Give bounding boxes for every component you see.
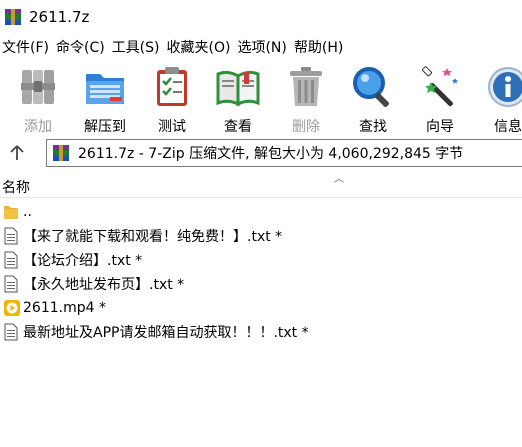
info-button[interactable]: 信息 <box>484 60 522 136</box>
extract-folder-icon <box>82 64 128 110</box>
delete-label: 删除 <box>292 119 320 135</box>
list-item[interactable]: 【论坛介绍】.txt * <box>0 248 522 272</box>
add-button[interactable]: 添加 <box>14 60 62 136</box>
archive-icon <box>52 144 70 162</box>
list-item[interactable]: 【来了就能下载和观看！纯免费！】.txt * <box>0 224 522 248</box>
menu-bar: 文件(F) 命令(C) 工具(S) 收藏夹(O) 选项(N) 帮助(H) <box>0 34 522 60</box>
menu-file[interactable]: 文件(F) <box>0 37 54 57</box>
wizard-label: 向导 <box>426 119 454 135</box>
arrow-up-icon <box>10 145 24 160</box>
column-name[interactable]: 名称 <box>2 177 30 197</box>
address-field[interactable]: 2611.7z - 7-Zip 压缩文件, 解包大小为 4,060,292,84… <box>46 139 522 167</box>
extract-to-button[interactable]: 解压到 <box>78 60 132 136</box>
file-name: 【永久地址发布页】.txt * <box>23 277 185 293</box>
magic-wand-icon <box>417 64 463 110</box>
view-book-icon <box>215 64 261 110</box>
text-file-icon <box>3 227 19 245</box>
menu-commands[interactable]: 命令(C) <box>54 37 110 57</box>
wizard-button[interactable]: 向导 <box>416 60 464 136</box>
text-file-icon <box>3 323 19 341</box>
menu-options[interactable]: 选项(N) <box>235 37 291 57</box>
find-button[interactable]: 查找 <box>348 60 398 136</box>
window-title: 2611.7z <box>29 8 90 26</box>
video-file-icon <box>3 299 20 317</box>
list-item[interactable]: 最新地址及APP请发邮箱自动获取！！！.txt * <box>0 320 522 344</box>
winrar-app-icon <box>4 8 22 26</box>
test-label: 测试 <box>158 119 186 135</box>
menu-tools[interactable]: 工具(S) <box>110 37 165 57</box>
text-file-icon <box>3 275 19 293</box>
test-button[interactable]: 测试 <box>148 60 196 136</box>
up-folder-button[interactable] <box>0 137 34 169</box>
address-text: 2611.7z - 7-Zip 压缩文件, 解包大小为 4,060,292,84… <box>78 146 464 162</box>
info-icon <box>485 64 522 110</box>
folder-icon <box>3 203 19 221</box>
delete-button[interactable]: 删除 <box>282 60 330 136</box>
menu-help[interactable]: 帮助(H) <box>292 37 348 57</box>
file-list: .. 【来了就能下载和观看！纯免费！】.txt * 【论坛介绍】.txt * 【… <box>0 200 522 344</box>
find-label: 查找 <box>359 119 387 135</box>
list-item-parent[interactable]: .. <box>0 200 522 224</box>
add-archive-icon <box>15 64 61 110</box>
file-list-header: ︿ 名称 <box>0 172 522 198</box>
address-bar: 2611.7z - 7-Zip 压缩文件, 解包大小为 4,060,292,84… <box>0 137 522 169</box>
view-label: 查看 <box>224 119 252 135</box>
magnifier-icon <box>350 64 396 110</box>
file-name: .. <box>23 204 32 220</box>
sort-ascending-icon: ︿ <box>334 174 344 185</box>
file-name: 【论坛介绍】.txt * <box>23 253 143 269</box>
file-name: 最新地址及APP请发邮箱自动获取！！！.txt * <box>23 325 309 341</box>
toolbar: 添加 解压到 测试 查看 删除 查找 向导 信息 <box>0 60 522 136</box>
list-item[interactable]: 2611.mp4 * <box>0 296 522 320</box>
extract-to-label: 解压到 <box>84 119 126 135</box>
view-button[interactable]: 查看 <box>210 60 266 136</box>
title-bar: 2611.7z <box>0 0 522 34</box>
test-checklist-icon <box>149 64 195 110</box>
file-name: 2611.mp4 * <box>23 300 106 316</box>
file-name: 【来了就能下载和观看！纯免费！】.txt * <box>23 229 283 245</box>
trash-can-icon <box>283 64 329 110</box>
text-file-icon <box>3 251 19 269</box>
menu-favorites[interactable]: 收藏夹(O) <box>165 37 236 57</box>
info-label: 信息 <box>494 119 522 135</box>
list-item[interactable]: 【永久地址发布页】.txt * <box>0 272 522 296</box>
add-label: 添加 <box>24 119 52 135</box>
